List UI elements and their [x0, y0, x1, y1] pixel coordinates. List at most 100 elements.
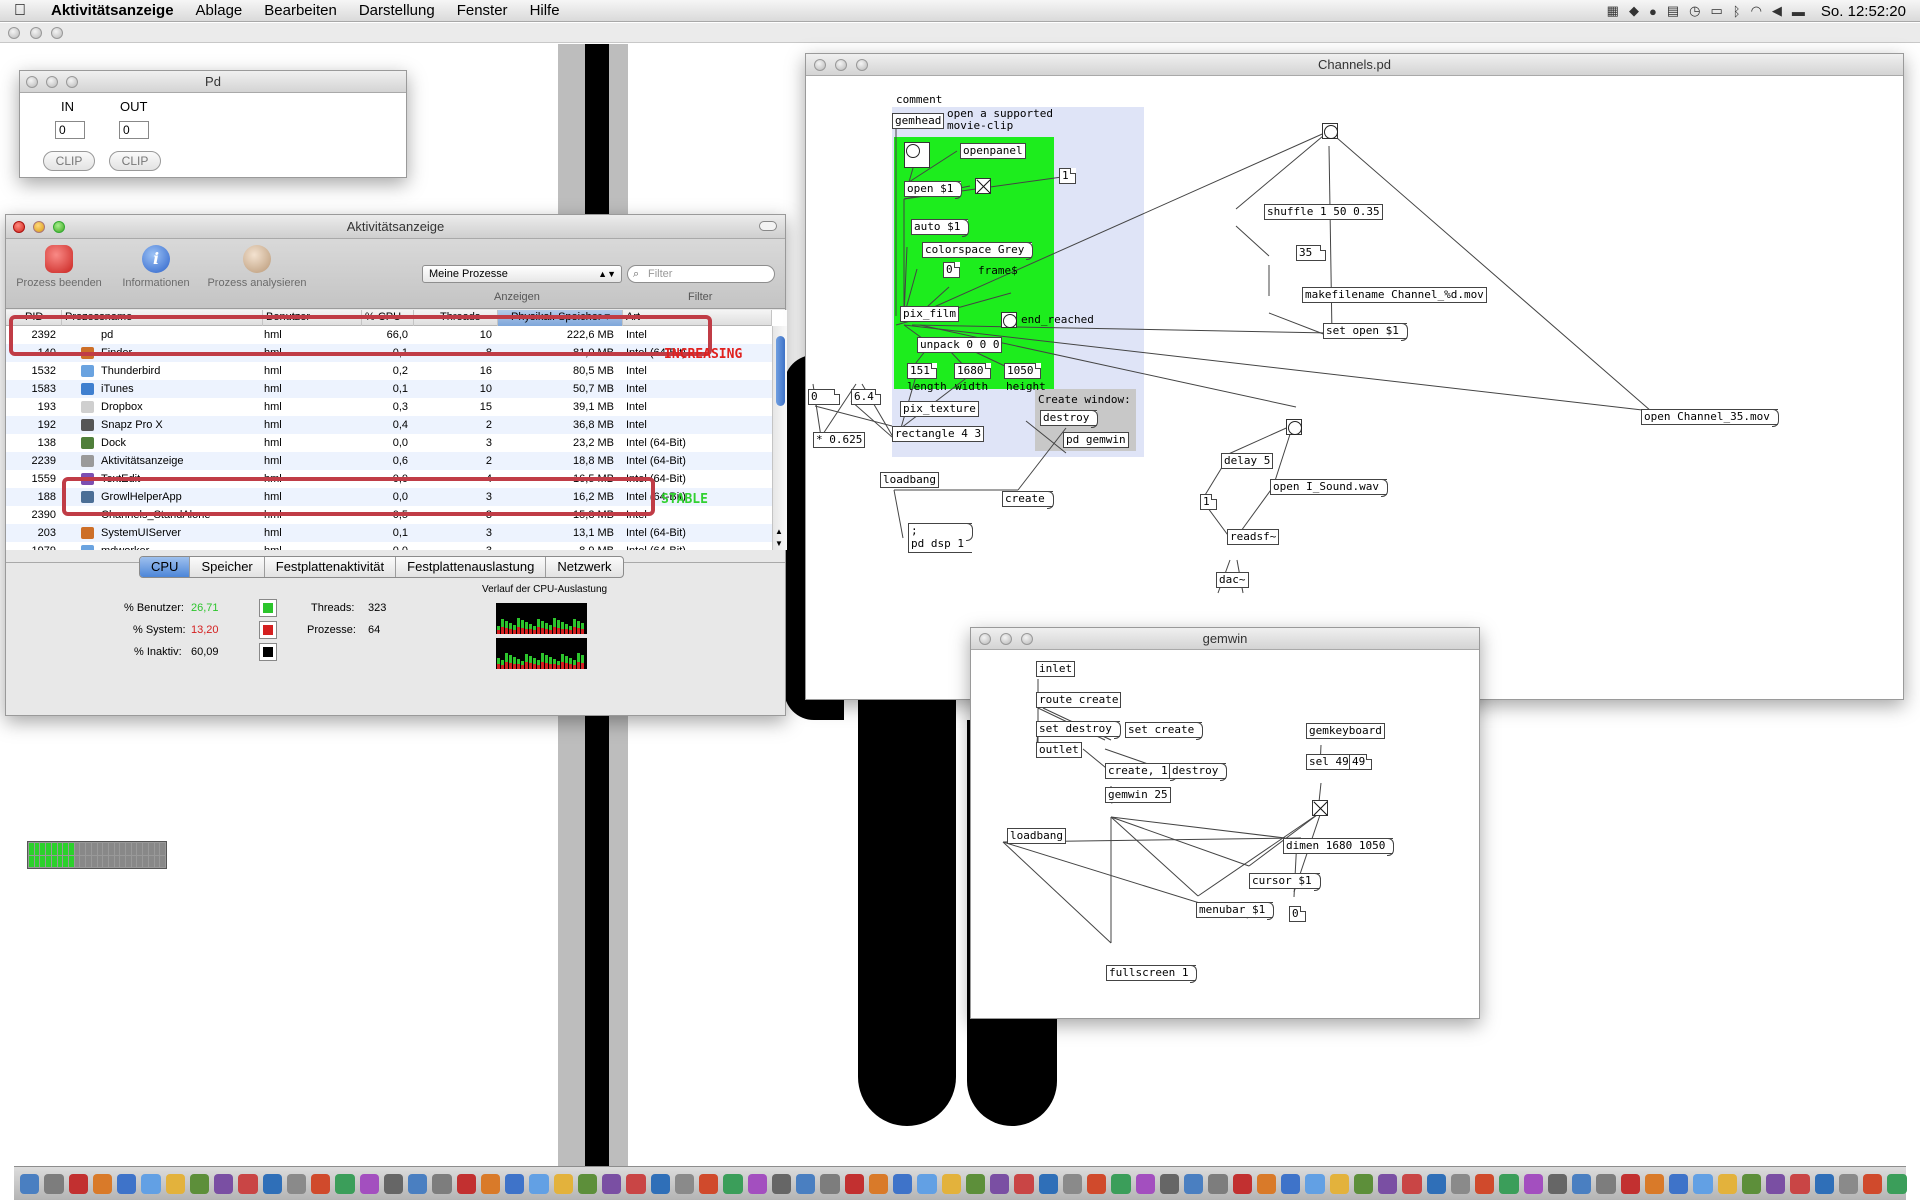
dock-app-icon[interactable]: [1863, 1173, 1883, 1194]
dock-app-icon[interactable]: [1766, 1173, 1786, 1194]
width-number-box[interactable]: 1680: [954, 363, 991, 379]
auto-toggle[interactable]: [975, 178, 991, 194]
end-reached-bang[interactable]: [1001, 312, 1017, 328]
dock-app-icon[interactable]: [262, 1173, 282, 1194]
scroll-up-icon[interactable]: ▲: [775, 527, 783, 536]
length-number-box[interactable]: 151: [907, 363, 937, 379]
delay-object[interactable]: delay 5: [1221, 453, 1274, 469]
table-row[interactable]: 193 Dropbox hml 0,3 15 39,1 MB Intel: [6, 398, 772, 416]
dock-app-icon[interactable]: [383, 1173, 403, 1194]
dock-app-icon[interactable]: [1305, 1173, 1325, 1194]
multiply-object[interactable]: * 0.625: [813, 432, 866, 448]
table-row[interactable]: 1979 mdworkerhml 0,0 3 8,9 MB Intel (64-Bit): [6, 542, 772, 550]
dock-app-icon[interactable]: [577, 1173, 597, 1194]
dock-app-icon[interactable]: [92, 1173, 112, 1194]
set-open-message[interactable]: set open $1: [1323, 323, 1408, 341]
dock-app-icon[interactable]: [1572, 1173, 1592, 1194]
readsf-number-box[interactable]: 1: [1200, 494, 1217, 510]
zoom-button-icon[interactable]: [51, 27, 63, 39]
scroll-down-icon[interactable]: ▼: [775, 539, 783, 548]
dock-app-icon[interactable]: [868, 1173, 888, 1194]
dock-app-icon[interactable]: [238, 1173, 258, 1194]
dock-app-icon[interactable]: [1281, 1173, 1301, 1194]
fullscreen-message[interactable]: fullscreen 1: [1106, 965, 1198, 983]
table-row[interactable]: 138 Dock hml 0,0 3 23,2 MB Intel (64-Bit): [6, 434, 772, 452]
table-row[interactable]: 203 SystemUIServer hml 0,1 3 13,1 MB Intel (64…: [6, 524, 772, 542]
menu-app-name[interactable]: Aktivitätsanzeige: [40, 0, 185, 22]
dock-app-icon[interactable]: [844, 1173, 864, 1194]
tab-netzwerk[interactable]: Netzwerk: [546, 557, 622, 577]
gemwin-titlebar[interactable]: gemwin: [971, 628, 1479, 650]
dock-app-icon[interactable]: [1620, 1173, 1640, 1194]
dock-app-icon[interactable]: [1135, 1173, 1155, 1194]
dock-app-icon[interactable]: [1669, 1173, 1689, 1194]
dock-app-icon[interactable]: [917, 1173, 937, 1194]
menubar-message[interactable]: menubar $1: [1196, 902, 1275, 920]
dropbox-icon[interactable]: ◆: [1629, 3, 1639, 19]
dock-app-icon[interactable]: [602, 1173, 622, 1194]
gemkeyboard-object[interactable]: gemkeyboard: [1306, 723, 1385, 739]
pd-gemwin-object[interactable]: pd gemwin: [1063, 432, 1129, 448]
menubar-clock[interactable]: So. 12:52:20: [1821, 3, 1906, 20]
dock-app-icon[interactable]: [1450, 1173, 1470, 1194]
dock-app-icon[interactable]: [674, 1173, 694, 1194]
destroy-message[interactable]: destroy: [1040, 410, 1099, 428]
tab-festplattenauslastung[interactable]: Festplattenauslastung: [396, 557, 547, 577]
pix-texture-object[interactable]: pix_texture: [900, 401, 979, 417]
quit-process-button[interactable]: Prozess beenden: [14, 239, 104, 289]
dock-app-icon[interactable]: [456, 1173, 476, 1194]
dock-app-icon[interactable]: [335, 1173, 355, 1194]
dock-app-icon[interactable]: [626, 1173, 646, 1194]
menu-darstellung[interactable]: Darstellung: [348, 0, 446, 22]
dock-app-icon[interactable]: [20, 1173, 40, 1194]
scale-number-box[interactable]: 6.4: [851, 389, 881, 405]
outlet-object[interactable]: outlet: [1036, 742, 1082, 758]
channels-titlebar[interactable]: Channels.pd: [806, 54, 1903, 76]
open-message[interactable]: open $1: [904, 181, 963, 199]
dock-app-icon[interactable]: [286, 1173, 306, 1194]
dock-app-icon[interactable]: [1838, 1173, 1858, 1194]
height-number-box[interactable]: 1050: [1004, 363, 1041, 379]
menu-hilfe[interactable]: Hilfe: [519, 0, 571, 22]
dock-app-icon[interactable]: [1887, 1173, 1907, 1194]
zero-number-box[interactable]: 0: [808, 389, 840, 405]
auto-message[interactable]: auto $1: [911, 219, 970, 237]
open-sound-message[interactable]: open I_Sound.wav: [1270, 479, 1388, 497]
dock-app-icon[interactable]: [1329, 1173, 1349, 1194]
loadbang-object[interactable]: loadbang: [880, 472, 939, 488]
set-destroy-message[interactable]: set destroy: [1036, 721, 1121, 739]
create-one-message[interactable]: create, 1: [1105, 763, 1177, 781]
volume-icon[interactable]: ◀: [1772, 3, 1782, 19]
zero-number-box[interactable]: 0: [1289, 906, 1306, 922]
dock-app-icon[interactable]: [1232, 1173, 1252, 1194]
dock-app-icon[interactable]: [505, 1173, 525, 1194]
dock-app-icon[interactable]: [68, 1173, 88, 1194]
in-clip-button[interactable]: CLIP: [43, 151, 95, 171]
table-row[interactable]: 1532 Thunderbird hml 0,2 16 80,5 MB Intel: [6, 362, 772, 380]
rectangle-object[interactable]: rectangle 4 3: [892, 426, 985, 442]
dock-app-icon[interactable]: [747, 1173, 767, 1194]
cursor-message[interactable]: cursor $1: [1249, 873, 1321, 891]
dock-app-icon[interactable]: [1111, 1173, 1131, 1194]
dock-app-icon[interactable]: [1353, 1173, 1373, 1194]
filter-search-input[interactable]: ⌕ Filter: [627, 265, 775, 283]
menu-extra-icon[interactable]: ▦: [1607, 3, 1619, 19]
dock-app-icon[interactable]: [141, 1173, 161, 1194]
dock-app-icon[interactable]: [1523, 1173, 1543, 1194]
unpack-object[interactable]: unpack 0 0 0: [917, 337, 1003, 353]
dock-app-icon[interactable]: [1208, 1173, 1228, 1194]
system-color-swatch[interactable]: [259, 621, 277, 639]
colorspace-message[interactable]: colorspace Grey: [922, 242, 1034, 260]
time-machine-icon[interactable]: ◷: [1689, 3, 1700, 19]
shuffle-bang[interactable]: [1322, 123, 1338, 139]
user-color-swatch[interactable]: [259, 599, 277, 617]
dock-app-icon[interactable]: [1644, 1173, 1664, 1194]
dimen-message[interactable]: dimen 1680 1050: [1283, 838, 1395, 856]
dock-app-icon[interactable]: [650, 1173, 670, 1194]
dock-app-icon[interactable]: [1256, 1173, 1276, 1194]
dock-app-icon[interactable]: [359, 1173, 379, 1194]
wifi-icon[interactable]: ◠: [1751, 3, 1762, 19]
dock-app-icon[interactable]: [796, 1173, 816, 1194]
dock-app-icon[interactable]: [1378, 1173, 1398, 1194]
gemhead-object[interactable]: gemhead: [892, 113, 945, 129]
